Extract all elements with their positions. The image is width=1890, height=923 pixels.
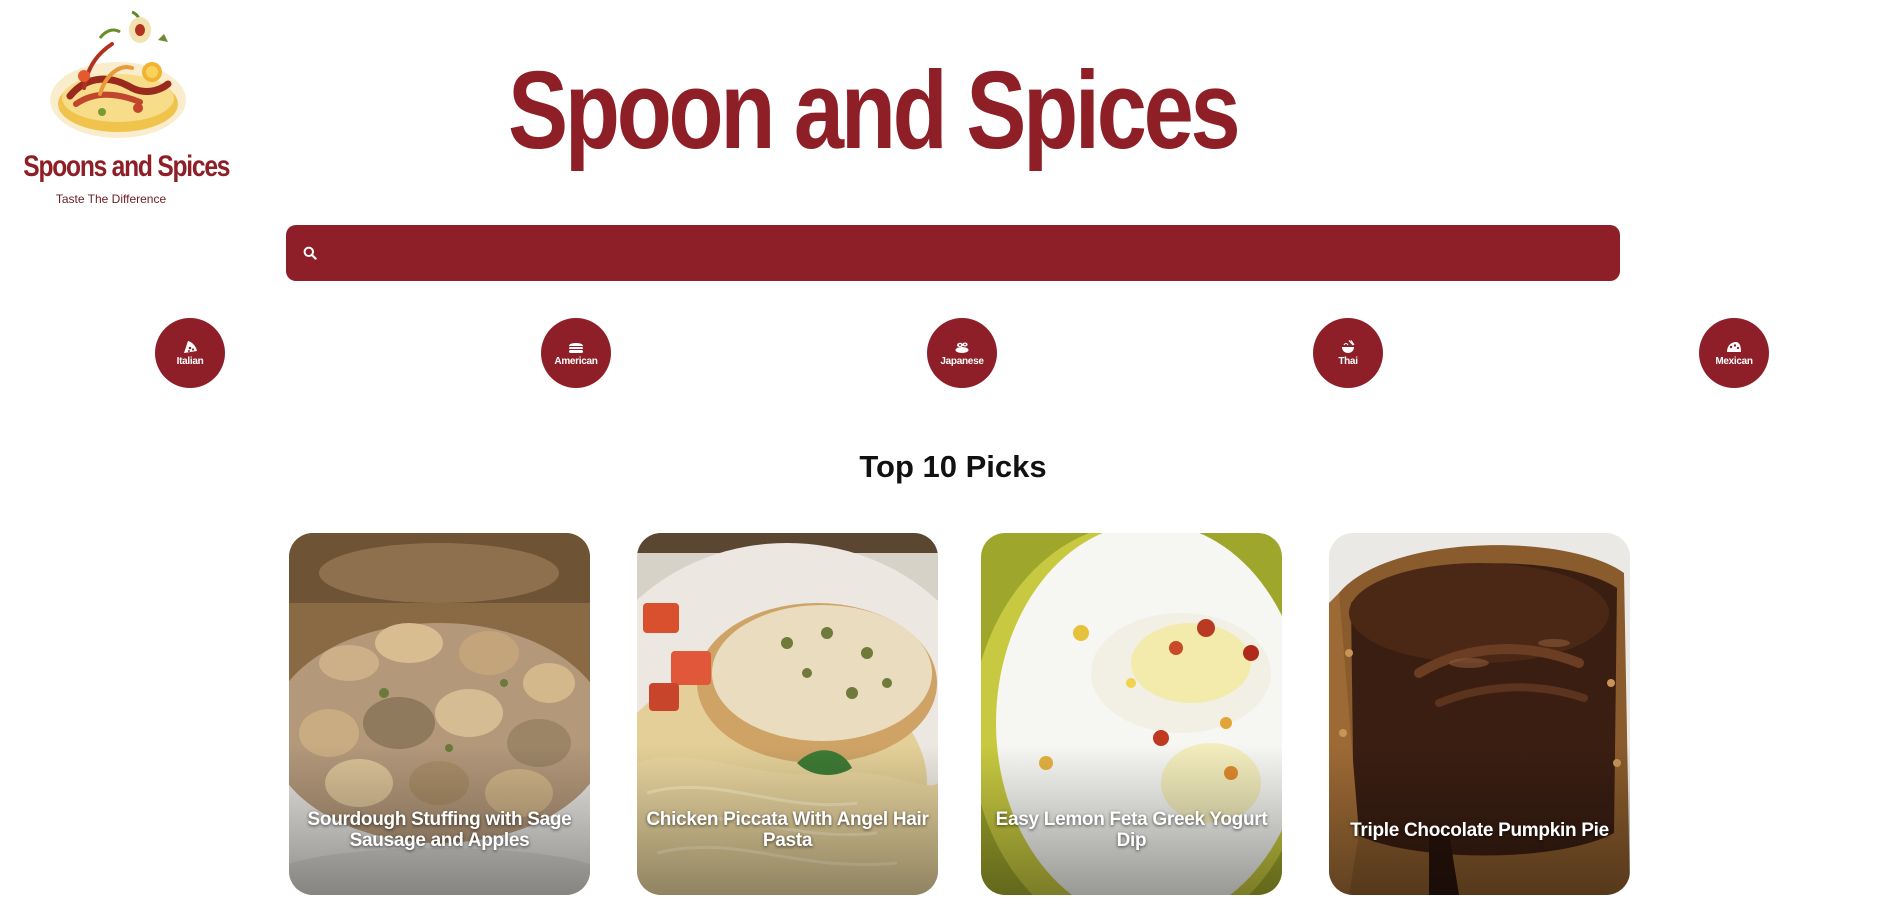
burger-icon bbox=[567, 339, 585, 355]
page: Spoons and Spices Taste The Difference S… bbox=[0, 0, 1890, 923]
cuisine-label: American bbox=[554, 356, 598, 367]
cuisine-label: Italian bbox=[176, 356, 204, 367]
recipe-card-title: Triple Chocolate Pumpkin Pie bbox=[1350, 819, 1609, 841]
noodle-bowl-icon bbox=[1339, 339, 1357, 355]
pizza-slice-icon bbox=[181, 339, 199, 355]
recipe-card[interactable]: Triple Chocolate Pumpkin Pie bbox=[1329, 533, 1630, 895]
recipe-card-title: Easy Lemon Feta Greek Yogurt Dip bbox=[995, 809, 1268, 851]
cuisine-button-italian[interactable]: Italian bbox=[155, 318, 225, 388]
search-icon[interactable] bbox=[300, 243, 320, 263]
recipe-card-title: Chicken Piccata With Angel Hair Pasta bbox=[646, 809, 929, 851]
page-title: Spoon and Spices bbox=[508, 49, 1241, 172]
taco-icon bbox=[1725, 339, 1743, 355]
recipe-card[interactable]: Sourdough Stuffing with Sage Sausage and… bbox=[289, 533, 590, 895]
recipe-card[interactable]: Easy Lemon Feta Greek Yogurt Dip bbox=[981, 533, 1282, 895]
search-bar[interactable] bbox=[286, 224, 1620, 282]
cuisine-button-thai[interactable]: Thai bbox=[1313, 318, 1383, 388]
cuisine-label: Japanese bbox=[940, 356, 984, 367]
logo-food-illustration-icon bbox=[50, 10, 186, 138]
logo-name: Spoons and Spices bbox=[23, 150, 230, 183]
cuisine-label: Mexican bbox=[1715, 356, 1753, 367]
logo-tagline: Taste The Difference bbox=[55, 192, 167, 206]
top-picks-heading: Top 10 Picks bbox=[859, 449, 1047, 484]
sushi-icon bbox=[953, 339, 971, 355]
search-input[interactable] bbox=[320, 224, 1620, 282]
cuisine-button-american[interactable]: American bbox=[541, 318, 611, 388]
cuisine-label: Thai bbox=[1338, 356, 1358, 367]
cuisine-button-japanese[interactable]: Japanese bbox=[927, 318, 997, 388]
site-logo[interactable]: Spoons and Spices Taste The Difference bbox=[4, 4, 231, 209]
recipe-card[interactable]: Chicken Piccata With Angel Hair Pasta bbox=[637, 533, 938, 895]
cuisine-button-mexican[interactable]: Mexican bbox=[1699, 318, 1769, 388]
recipe-card-title: Sourdough Stuffing with Sage Sausage and… bbox=[307, 809, 572, 851]
